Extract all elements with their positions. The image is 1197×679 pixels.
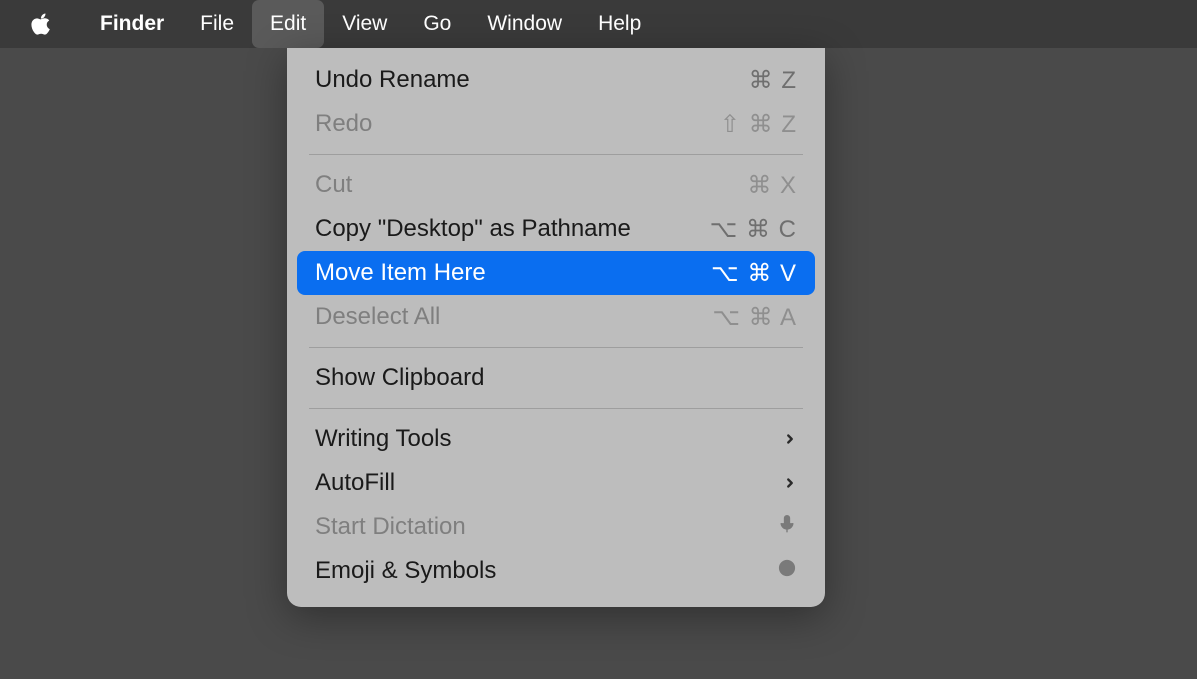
menubar-app-name[interactable]: Finder (82, 12, 182, 36)
menu-separator (309, 154, 803, 155)
menu-item-shortcut: ⌥ ⌘ V (711, 259, 797, 288)
apple-logo-icon[interactable] (30, 11, 52, 37)
menu-item-show-clipboard[interactable]: Show Clipboard (297, 356, 815, 400)
menu-item-label: Emoji & Symbols (315, 557, 496, 585)
menubar-item-go[interactable]: Go (405, 0, 469, 48)
menubar: Finder File Edit View Go Window Help (0, 0, 1197, 48)
menu-item-label: Start Dictation (315, 513, 466, 541)
menubar-item-file[interactable]: File (182, 0, 252, 48)
menubar-item-window[interactable]: Window (469, 0, 580, 48)
menu-item-label: Show Clipboard (315, 364, 484, 392)
menubar-item-help[interactable]: Help (580, 0, 659, 48)
menu-item-shortcut: ⇧ ⌘ Z (720, 110, 797, 139)
edit-dropdown-menu: Undo Rename ⌘ Z Redo ⇧ ⌘ Z Cut ⌘ X Copy … (287, 48, 825, 607)
menu-item-label: Copy "Desktop" as Pathname (315, 215, 631, 243)
menubar-item-view[interactable]: View (324, 0, 405, 48)
chevron-right-icon (783, 470, 797, 496)
menu-item-deselect-all: Deselect All ⌥ ⌘ A (297, 295, 815, 339)
menubar-item-edit[interactable]: Edit (252, 0, 324, 48)
menu-item-label: Redo (315, 110, 372, 138)
menu-separator (309, 347, 803, 348)
menu-item-cut: Cut ⌘ X (297, 163, 815, 207)
menu-item-undo[interactable]: Undo Rename ⌘ Z (297, 58, 815, 102)
menu-item-shortcut: ⌥ ⌘ C (710, 215, 797, 244)
menu-item-redo: Redo ⇧ ⌘ Z (297, 102, 815, 146)
menu-item-shortcut: ⌘ X (747, 171, 797, 200)
menu-item-label: Undo Rename (315, 66, 470, 94)
menu-item-label: Cut (315, 171, 352, 199)
menu-item-move-item-here[interactable]: Move Item Here ⌥ ⌘ V (297, 251, 815, 295)
menu-item-emoji-symbols[interactable]: Emoji & Symbols (297, 549, 815, 593)
mic-icon (777, 513, 797, 541)
globe-icon (777, 557, 797, 585)
menu-item-start-dictation: Start Dictation (297, 505, 815, 549)
menu-item-writing-tools[interactable]: Writing Tools (297, 417, 815, 461)
chevron-right-icon (783, 426, 797, 452)
menu-separator (309, 408, 803, 409)
menu-item-label: Writing Tools (315, 425, 452, 453)
menu-item-shortcut: ⌘ Z (749, 66, 797, 95)
menu-item-label: Move Item Here (315, 259, 486, 287)
menu-item-label: AutoFill (315, 469, 395, 497)
menu-item-label: Deselect All (315, 303, 440, 331)
menu-item-autofill[interactable]: AutoFill (297, 461, 815, 505)
menu-item-copy[interactable]: Copy "Desktop" as Pathname ⌥ ⌘ C (297, 207, 815, 251)
menu-item-shortcut: ⌥ ⌘ A (712, 303, 797, 332)
